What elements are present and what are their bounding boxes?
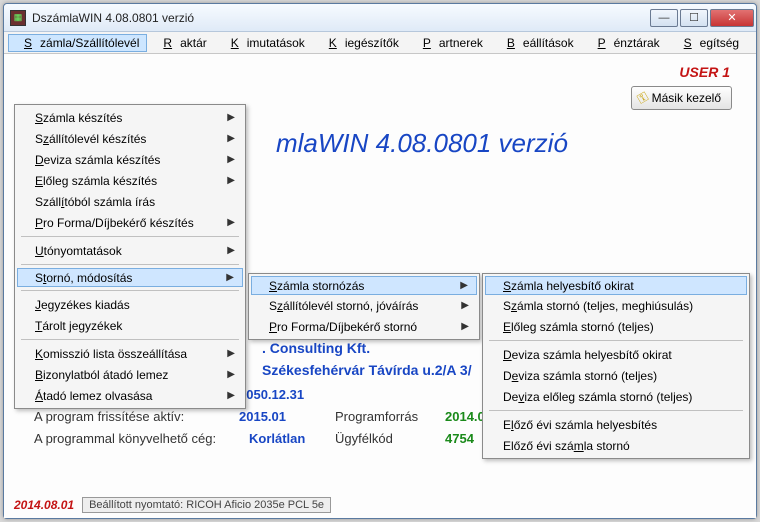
submenu-arrow-icon: ▶ <box>227 369 235 380</box>
submenu-szamla-stornozas: Számla helyesbítő okiratSzámla stornó (t… <box>482 273 750 459</box>
submenu-arrow-icon: ▶ <box>226 272 234 283</box>
status-date: 2014.08.01 <box>14 498 74 512</box>
menu-item[interactable]: Számla készítés▶ <box>17 107 243 128</box>
menu-separator <box>21 290 239 291</box>
clientcode-label: Ügyfélkód <box>335 428 445 450</box>
menu-item[interactable]: Jegyzékes kiadás <box>17 294 243 315</box>
minimize-button[interactable]: — <box>650 9 678 27</box>
company-address: Székesfehérvár Távírda u.2/A 3/ <box>262 362 472 378</box>
menu-item[interactable]: Utónyomtatások▶ <box>17 240 243 261</box>
menu-szamla: Számla készítés▶Szállítólevél készítés▶D… <box>14 104 246 409</box>
menu-item[interactable]: Stornó, módosítás▶ <box>17 268 243 287</box>
maximize-button[interactable]: ☐ <box>680 9 708 27</box>
client-area: USER 1 ⚿ Másik kezelő mlaWIN 4.08.0801 v… <box>4 54 756 518</box>
menu-separator <box>489 340 743 341</box>
menu-item[interactable]: Szállítóból számla írás <box>17 191 243 212</box>
menu-item[interactable]: Tárolt jegyzékek <box>17 315 243 336</box>
menu-item[interactable]: Szállítólevél stornó, jóváírás▶ <box>251 295 477 316</box>
app-window: ▦ DszámlaWIN 4.08.0801 verzió — ☐ ✕ Szám… <box>3 3 757 519</box>
switch-user-button[interactable]: ⚿ Másik kezelő <box>631 86 732 110</box>
submenu-storno: Számla stornózás▶Szállítólevél stornó, j… <box>248 273 480 340</box>
company-limit-label: A programmal könyvelhető cég: <box>34 428 249 450</box>
submenu-arrow-icon: ▶ <box>461 300 469 311</box>
source-label: Programforrás <box>335 406 445 428</box>
menu-item[interactable]: Előző évi számla stornó <box>485 435 747 456</box>
submenu-arrow-icon: ▶ <box>227 217 235 228</box>
menu-item[interactable]: Előző évi számla helyesbítés <box>485 414 747 435</box>
menu-item[interactable]: Komisszió lista összeállítása▶ <box>17 343 243 364</box>
window-title: DszámlaWIN 4.08.0801 verzió <box>32 11 650 25</box>
menu-separator <box>489 410 743 411</box>
menu-item[interactable]: Pénztárak <box>582 34 668 52</box>
menu-item[interactable]: Pro Forma/Díjbekérő stornó▶ <box>251 316 477 337</box>
statusbar: 2014.08.01 Beállított nyomtató: RICOH Af… <box>4 492 756 518</box>
menu-item[interactable]: Számla helyesbítő okirat <box>485 276 747 295</box>
update-value: 2015.01 <box>239 406 335 428</box>
license-value: 2050.12.31 <box>239 384 304 406</box>
submenu-arrow-icon: ▶ <box>227 390 235 401</box>
menu-item[interactable]: Kimutatások <box>215 34 313 52</box>
user-label: USER 1 <box>679 64 730 80</box>
status-printer[interactable]: Beállított nyomtató: RICOH Aficio 2035e … <box>82 497 331 513</box>
menu-item[interactable]: Előleg számla készítés▶ <box>17 170 243 191</box>
menu-item[interactable]: Beállítások <box>491 34 582 52</box>
submenu-arrow-icon: ▶ <box>227 133 235 144</box>
menu-item[interactable]: Kiegészítők <box>313 34 407 52</box>
menu-item[interactable]: Szállítólevél készítés▶ <box>17 128 243 149</box>
menu-item[interactable]: Partnerek <box>407 34 491 52</box>
menu-item[interactable]: Pro Forma/Díjbekérő készítés▶ <box>17 212 243 233</box>
menu-item[interactable]: Deviza előleg számla stornó (teljes) <box>485 386 747 407</box>
close-button[interactable]: ✕ <box>710 9 754 27</box>
update-label: A program frissítése aktív: <box>34 406 239 428</box>
menu-separator <box>21 236 239 237</box>
menu-separator <box>21 339 239 340</box>
key-icon: ⚿ <box>634 89 651 108</box>
company-limit-value: Korlátlan <box>249 428 335 450</box>
menu-item[interactable]: Átadó lemez olvasása▶ <box>17 385 243 406</box>
menu-item[interactable]: Deviza számla stornó (teljes) <box>485 365 747 386</box>
menu-item[interactable]: Raktár <box>147 34 214 52</box>
submenu-arrow-icon: ▶ <box>227 348 235 359</box>
submenu-arrow-icon: ▶ <box>227 112 235 123</box>
app-title: mlaWIN 4.08.0801 verzió <box>276 128 568 159</box>
menubar: Számla/SzállítólevélRaktárKimutatásokKie… <box>4 32 756 54</box>
submenu-arrow-icon: ▶ <box>227 154 235 165</box>
submenu-arrow-icon: ▶ <box>227 175 235 186</box>
menu-item[interactable]: Segítség <box>668 34 747 52</box>
menu-item[interactable]: Előleg számla stornó (teljes) <box>485 316 747 337</box>
menu-item[interactable]: Deviza számla helyesbítő okirat <box>485 344 747 365</box>
switch-user-label: Másik kezelő <box>652 91 721 105</box>
menu-item[interactable]: Számla/Szállítólevél <box>8 34 147 52</box>
menu-item[interactable]: Deviza számla készítés▶ <box>17 149 243 170</box>
menu-separator <box>21 264 239 265</box>
menu-item[interactable]: Számla stornó (teljes, meghiúsulás) <box>485 295 747 316</box>
submenu-arrow-icon: ▶ <box>461 321 469 332</box>
titlebar: ▦ DszámlaWIN 4.08.0801 verzió — ☐ ✕ <box>4 4 756 32</box>
menu-item[interactable]: Vége <box>747 34 760 52</box>
company-name: . Consulting Kft. <box>262 340 370 356</box>
app-icon: ▦ <box>10 10 26 26</box>
menu-item[interactable]: Bizonylatból átadó lemez▶ <box>17 364 243 385</box>
submenu-arrow-icon: ▶ <box>460 280 468 291</box>
menu-item[interactable]: Számla stornózás▶ <box>251 276 477 295</box>
clientcode-value: 4754 <box>445 428 474 450</box>
submenu-arrow-icon: ▶ <box>227 245 235 256</box>
